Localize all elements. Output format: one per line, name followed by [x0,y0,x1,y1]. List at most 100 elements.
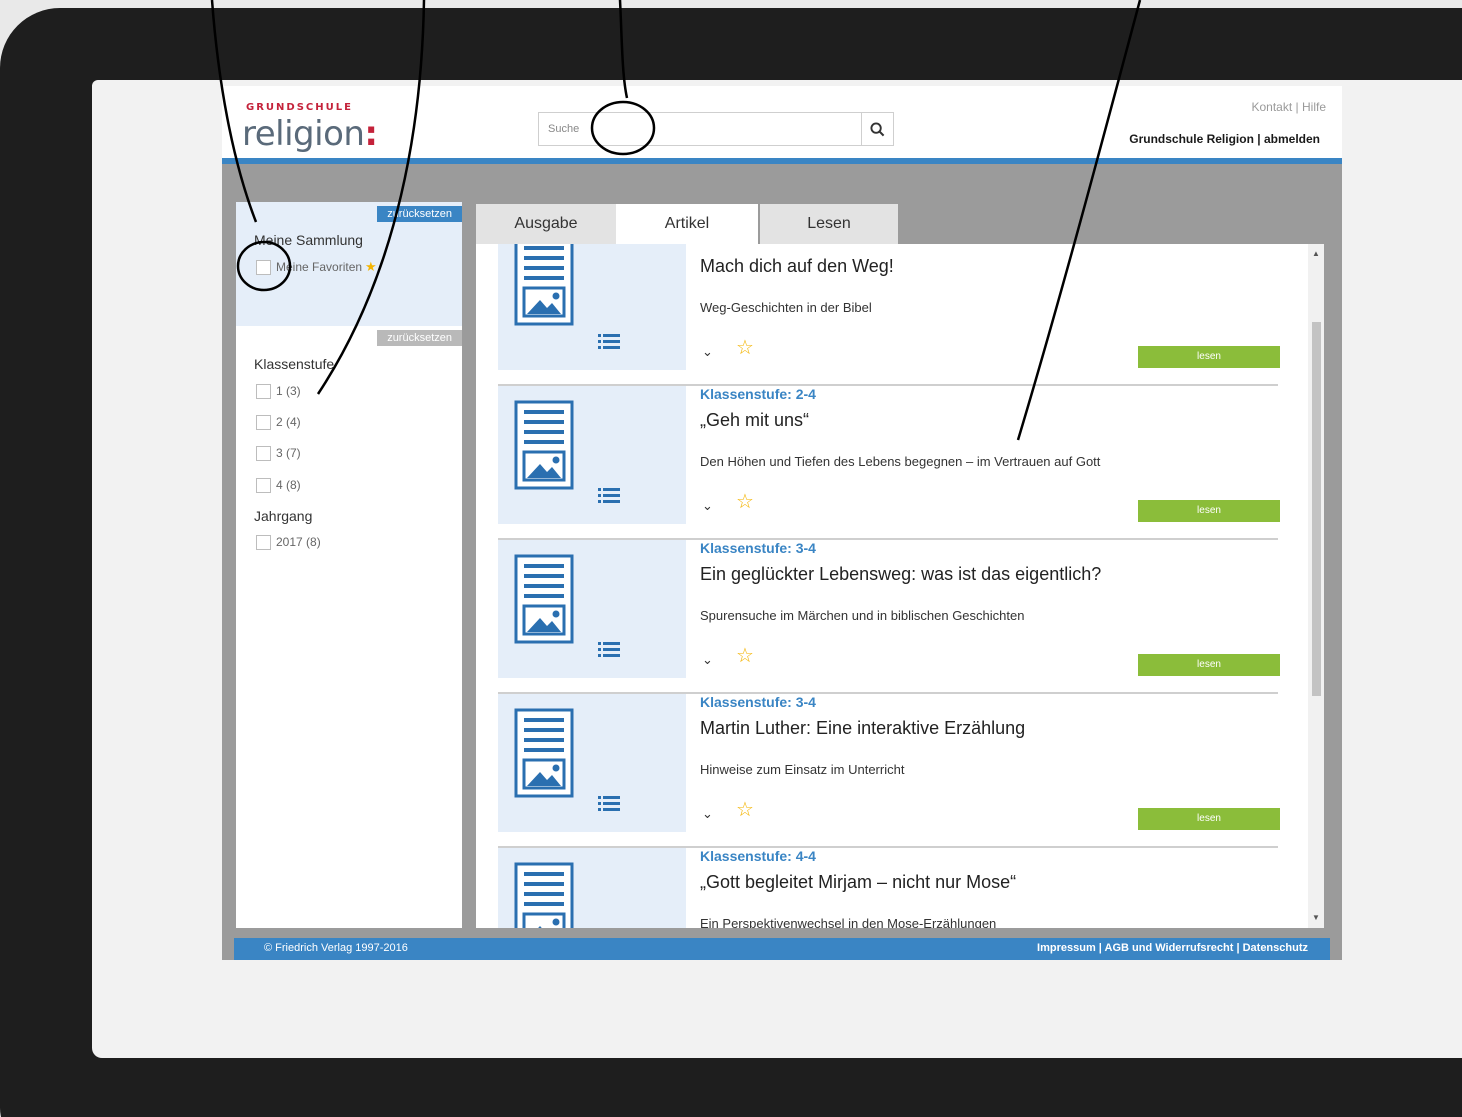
year-checkbox[interactable] [256,534,271,550]
site-header: GRUNDSCHULE religion: Kontakt | Hilfe Gr… [222,86,1342,164]
article-title[interactable]: Mach dich auf den Weg! [700,256,894,277]
chevron-down-icon[interactable]: ⌄ [702,806,713,822]
collection-panel: zurücksetzen Meine Sammlung Meine Favori… [236,202,462,326]
footer-separator: | [1098,942,1102,954]
read-button[interactable]: lesen [1138,808,1280,830]
chevron-down-icon[interactable]: ⌄ [702,652,713,668]
article-grade: Klassenstufe: 3-4 [700,694,816,710]
site-logo[interactable]: religion: [242,114,378,154]
article-title[interactable]: „Gott begleitet Mirjam – nicht nur Mose“ [700,872,1016,893]
year-filter-2017[interactable]: 2017 (8) [256,533,321,551]
top-links-separator: | [1295,100,1299,114]
article-grade: Klassenstufe: 3-4 [700,540,816,556]
article-title[interactable]: Martin Luther: Eine interaktive Erzählun… [700,718,1025,739]
logo-colon: : [364,114,378,154]
article-subtitle: Spurensuche im Märchen und in biblischen… [700,608,1025,623]
document-thumbnail-icon [514,708,574,798]
tab-ausgabe[interactable]: Ausgabe [476,204,616,244]
article-thumbnail[interactable] [498,244,686,370]
list-icon [598,796,620,811]
read-button[interactable]: lesen [1138,346,1280,368]
favorites-label: Meine Favoriten [276,260,363,274]
favorites-filter[interactable]: Meine Favoriten ★ [256,258,377,276]
reset-collection-button[interactable]: zurücksetzen [377,206,462,222]
year-label: 2017 (8) [276,535,321,549]
site-footer: © Friedrich Verlag 1997-2016 Impressum |… [234,938,1330,960]
search-box [538,112,894,146]
tab-lesen[interactable]: Lesen [760,204,898,244]
vertical-scrollbar[interactable]: ▲ ▼ [1308,244,1324,928]
article-item: Klassenstufe: 4-4 „Gott begleitet Mirjam… [498,848,1278,928]
top-links: Kontakt | Hilfe [1251,100,1326,114]
grade-filter-4[interactable]: 4 (8) [256,476,301,494]
search-input[interactable] [539,113,861,145]
article-item: Klassenstufe: 2-4 „Geh mit uns“ Den Höhe… [498,386,1280,540]
footer-link-impressum[interactable]: Impressum [1037,942,1096,954]
scroll-up-arrow-icon[interactable]: ▲ [1308,246,1324,260]
web-page: GRUNDSCHULE religion: Kontakt | Hilfe Gr… [222,86,1342,960]
list-icon [598,642,620,657]
article-item: Klassenstufe: 3-4 Ein geglückter Lebensw… [498,540,1280,694]
favorites-checkbox[interactable] [256,259,271,275]
article-item: Klassenstufe: 3-4 Martin Luther: Eine in… [498,694,1280,848]
chevron-down-icon[interactable]: ⌄ [702,498,713,514]
chevron-down-icon[interactable]: ⌄ [702,344,713,360]
copyright: © Friedrich Verlag 1997-2016 [264,942,408,954]
contact-link[interactable]: Kontakt [1251,100,1292,114]
reset-filters-button[interactable]: zurücksetzen [377,330,462,346]
article-list: Mach dich auf den Weg! Weg-Geschichten i… [476,244,1324,928]
article-title[interactable]: „Geh mit uns“ [700,410,809,431]
user-links: Grundschule Religion | abmelden [1129,132,1320,146]
user-name-link[interactable]: Grundschule Religion [1129,132,1254,146]
grade-label: 4 (8) [276,478,301,492]
grade-label: 3 (7) [276,446,301,460]
grade-checkbox[interactable] [256,414,271,430]
list-icon [598,334,620,349]
grade-filter-1[interactable]: 1 (3) [256,382,301,400]
scroll-down-arrow-icon[interactable]: ▼ [1308,910,1324,924]
star-icon[interactable]: ☆ [736,338,754,358]
footer-links: Impressum | AGB und Widerrufsrecht | Dat… [1037,942,1308,954]
document-thumbnail-icon [514,400,574,490]
document-thumbnail-icon [514,244,574,326]
article-item: Mach dich auf den Weg! Weg-Geschichten i… [498,244,1280,386]
grade-checkbox[interactable] [256,445,271,461]
grade-label: 1 (3) [276,384,301,398]
logout-link[interactable]: abmelden [1264,132,1320,146]
list-icon [598,488,620,503]
search-button[interactable] [861,113,893,145]
article-thumbnail[interactable] [498,386,686,524]
read-button[interactable]: lesen [1138,654,1280,676]
article-subtitle: Weg-Geschichten in der Bibel [700,300,872,315]
grade-checkbox[interactable] [256,477,271,493]
grade-label: 2 (4) [276,415,301,429]
help-link[interactable]: Hilfe [1302,100,1326,114]
article-subtitle: Den Höhen und Tiefen des Lebens begegnen… [700,454,1101,469]
grade-filter-3[interactable]: 3 (7) [256,444,301,462]
article-thumbnail[interactable] [498,694,686,832]
article-grade: Klassenstufe: 2-4 [700,386,816,402]
search-icon [870,121,885,136]
article-subtitle: Hinweise zum Einsatz im Unterricht [700,762,905,777]
star-icon[interactable]: ☆ [736,492,754,512]
collection-title: Meine Sammlung [254,232,363,248]
star-icon[interactable]: ☆ [736,800,754,820]
article-title[interactable]: Ein geglückter Lebensweg: was ist das ei… [700,564,1101,585]
filter-sidebar: zurücksetzen Meine Sammlung Meine Favori… [236,202,462,928]
tab-artikel[interactable]: Artikel [616,204,758,244]
article-thumbnail[interactable] [498,540,686,678]
star-icon[interactable]: ☆ [736,646,754,666]
footer-link-agb[interactable]: AGB und Widerrufsrecht [1105,942,1234,954]
user-links-separator: | [1257,132,1261,146]
read-button[interactable]: lesen [1138,500,1280,522]
logo-eyebrow: GRUNDSCHULE [246,102,353,113]
grade-filter-2[interactable]: 2 (4) [256,413,301,431]
article-thumbnail[interactable] [498,848,686,928]
grade-checkbox[interactable] [256,383,271,399]
article-subtitle: Ein Perspektivenwechsel in den Mose-Erzä… [700,916,997,928]
star-icon: ★ [365,259,377,274]
scrollbar-thumb[interactable] [1312,322,1321,696]
article-grade: Klassenstufe: 4-4 [700,848,816,864]
document-thumbnail-icon [514,554,574,644]
footer-link-datenschutz[interactable]: Datenschutz [1243,942,1308,954]
